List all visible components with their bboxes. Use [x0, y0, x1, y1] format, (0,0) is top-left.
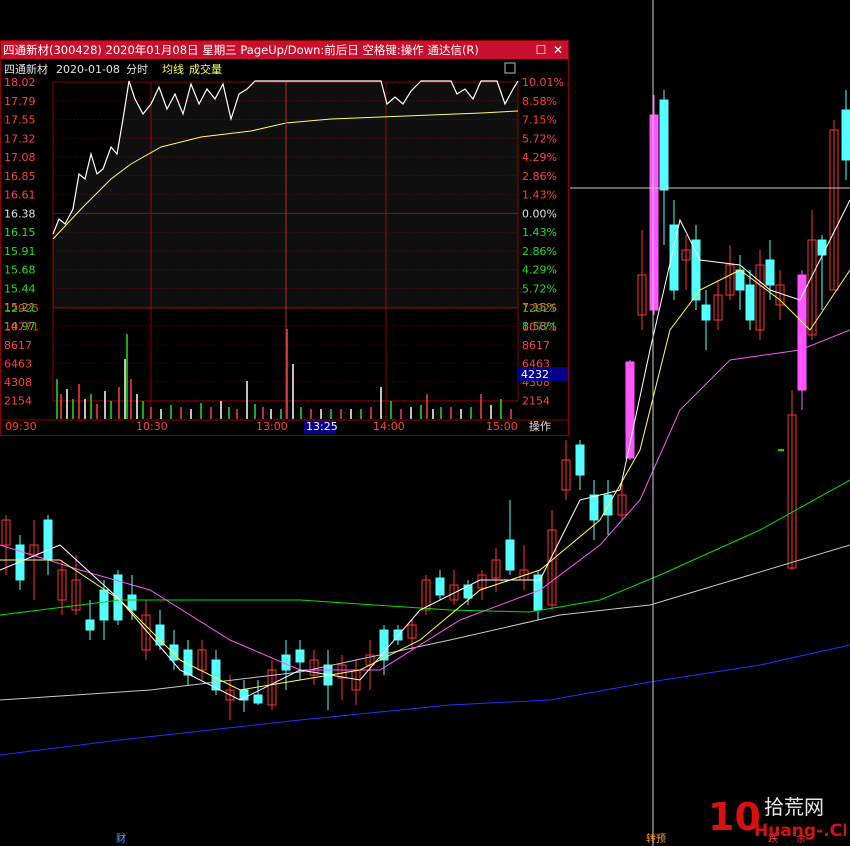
- price-tick-label: 16.15: [4, 226, 36, 239]
- volume-tick-label-right: 2154: [522, 395, 550, 408]
- price-tick-label: 16.85: [4, 170, 36, 183]
- percent-tick-label: 2.86%: [522, 245, 557, 258]
- stock-name-label: 四通新材: [4, 62, 48, 76]
- candle-body: [817, 239, 827, 256]
- volume-label: 成交量: [189, 62, 222, 76]
- percent-tick-label: 10.01%: [522, 76, 564, 89]
- time-cursor-label: 13:25: [306, 420, 338, 433]
- volume-tick-label-right: 12925: [522, 302, 557, 315]
- price-tick-label: 17.08: [4, 151, 36, 164]
- percent-tick-label: 4.29%: [522, 264, 557, 277]
- time-tick-label: 14:00: [373, 420, 405, 433]
- volume-tick-label: 12925: [4, 302, 39, 315]
- time-tick-label: 13:00: [256, 420, 288, 433]
- price-tick-label: 15.44: [4, 282, 36, 295]
- marker-text: 财: [116, 834, 126, 845]
- price-tick-label: 16.38: [4, 207, 36, 220]
- candle-body: [295, 649, 305, 663]
- volume-tick-label: 6463: [4, 358, 32, 371]
- candle-body: [659, 99, 669, 191]
- candle-body: [211, 659, 221, 691]
- percent-tick-label: 7.15%: [522, 114, 557, 127]
- candle-body: [735, 269, 745, 291]
- logo-domain: Huang-.CN: [754, 821, 846, 840]
- price-tick-label: 16.61: [4, 189, 36, 202]
- volume-tick-label-right: 8617: [522, 339, 550, 352]
- candle-body: [841, 109, 850, 161]
- percent-tick-label: 0.00%: [522, 207, 557, 220]
- time-tick-label: 15:00: [486, 420, 518, 433]
- time-tick-label: 10:30: [136, 420, 168, 433]
- price-tick-label: 15.68: [4, 264, 36, 277]
- financial-marker[interactable]: 财: [116, 834, 126, 846]
- intraday-chart[interactable]: 四通新材 2020-01-08 分时 均线 成交量 18.02 10.01% 17.79 8.5…: [1, 59, 568, 435]
- ma120-line: [0, 544, 850, 701]
- candle-body: [649, 114, 659, 311]
- volume-tick-label: 4308: [4, 376, 32, 389]
- percent-tick-label: 5.72%: [522, 282, 557, 295]
- candle-body: [169, 644, 179, 661]
- candle-body: [797, 274, 807, 391]
- candle-body: [745, 284, 755, 321]
- date-label: 2020-01-08: [56, 63, 120, 76]
- candle-body: [589, 494, 599, 521]
- volume-tick-label: 10771: [4, 321, 39, 334]
- candle-body: [765, 259, 775, 286]
- ma250-line: [0, 644, 850, 756]
- percent-tick-label: 5.72%: [522, 132, 557, 145]
- candle-body: [575, 444, 585, 476]
- panel-toggle-icon: [504, 62, 516, 74]
- volume-tick-label: 8617: [4, 339, 32, 352]
- candle-body: [435, 577, 445, 596]
- percent-tick-label: 2.86%: [522, 170, 557, 183]
- volume-tick-label-right: 10771: [522, 321, 557, 334]
- logo-site-name: 拾荒网: [764, 795, 824, 819]
- marker-text: 转预: [646, 834, 666, 845]
- restore-icon[interactable]: ☐: [533, 42, 549, 58]
- price-tick-label: 15.91: [4, 245, 36, 258]
- percent-tick-label: 1.43%: [522, 189, 557, 202]
- percent-tick-label: 1.43%: [522, 226, 557, 239]
- time-tick-label: 09:30: [5, 420, 37, 433]
- chart-type-label: 分时: [126, 63, 148, 76]
- candle-body: [99, 589, 109, 621]
- conversion-marker[interactable]: 转预: [646, 834, 666, 846]
- candle-body: [155, 624, 165, 646]
- minute-chart-window[interactable]: 四通新材(300428) 2020年01月08日 星期三 PageUp/Down…: [0, 40, 569, 436]
- avg-line-label: 均线: [162, 62, 184, 76]
- close-icon[interactable]: ✕: [550, 42, 566, 58]
- candle-body: [701, 304, 711, 321]
- percent-tick-label: 4.29%: [522, 151, 557, 164]
- price-tick-label: 17.55: [4, 114, 36, 127]
- volume-tick-label: 2154: [4, 395, 32, 408]
- candle-body: [127, 594, 137, 611]
- window-title: 四通新材(300428) 2020年01月08日 星期三 PageUp/Down…: [3, 43, 479, 57]
- logo-number: 10: [708, 795, 761, 839]
- price-tick-label: 17.79: [4, 95, 36, 108]
- candle-body: [253, 694, 263, 704]
- site-watermark: 10 拾荒网 Huang-.CN: [706, 790, 850, 841]
- window-title-bar[interactable]: 四通新材(300428) 2020年01月08日 星期三 PageUp/Down…: [1, 41, 568, 59]
- volume-cursor-value: 4232: [521, 368, 549, 381]
- candle-body: [505, 539, 515, 571]
- price-tick-label: 17.32: [4, 132, 36, 145]
- candle-body: [85, 619, 95, 631]
- operation-button[interactable]: 操作: [529, 419, 551, 433]
- candle-body: [43, 519, 53, 561]
- price-tick-label: 18.02: [4, 76, 36, 89]
- percent-tick-label: 8.58%: [522, 95, 557, 108]
